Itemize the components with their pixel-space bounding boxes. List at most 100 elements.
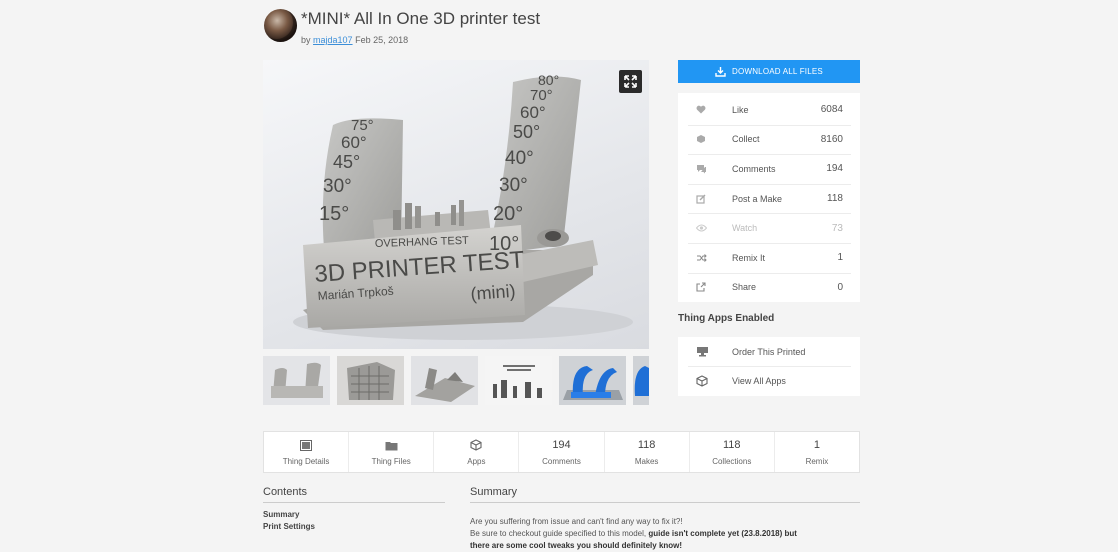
tab-label: Thing Details — [282, 457, 330, 466]
angle-label: 30° — [323, 176, 352, 197]
thing-apps-panel: Order This Printed View All Apps — [678, 337, 860, 396]
collect-icon — [688, 134, 732, 144]
like-count: 6084 — [820, 104, 843, 116]
tab-apps[interactable]: Apps — [434, 432, 520, 472]
comments-count: 194 — [826, 163, 843, 175]
summary-bold-text: there are some cool tweaks you should de… — [470, 541, 683, 550]
tab-label: Apps — [467, 457, 486, 466]
like-button[interactable]: Like 6084 — [688, 95, 851, 126]
contents-heading: Contents — [263, 486, 308, 498]
tab-collections[interactable]: 118 Collections — [690, 432, 775, 472]
thing-apps-heading: Thing Apps Enabled — [678, 313, 775, 324]
remix-it-button[interactable]: Remix It 1 — [688, 243, 851, 274]
angle-label: 45° — [333, 152, 360, 172]
thumbnail[interactable] — [559, 356, 626, 405]
collect-button[interactable]: Collect 8160 — [688, 125, 851, 156]
tab-label: Remix — [805, 457, 829, 466]
share-count: 0 — [837, 281, 843, 293]
watch-label: Watch — [732, 223, 758, 234]
tab-label: Makes — [634, 457, 659, 466]
collect-label: Collect — [732, 134, 760, 145]
angle-label: 40° — [505, 148, 534, 169]
tab-comments[interactable]: 194 Comments — [519, 432, 605, 472]
files-icon — [385, 438, 398, 452]
summary-line-2: Be sure to checkout guide specified to t… — [470, 529, 797, 538]
thumbnail[interactable] — [485, 356, 552, 405]
angle-label: 80° — [538, 72, 559, 88]
remix-it-label: Remix It — [732, 252, 766, 263]
stats-panel: Like 6084 Collect 8160 Comments 194 Post… — [678, 93, 860, 302]
post-a-make-button[interactable]: Post a Make 118 — [688, 184, 851, 215]
download-icon — [715, 66, 726, 77]
tab-count: 1 — [813, 439, 820, 451]
angle-label: 75° — [351, 117, 374, 134]
angle-label: 50° — [513, 122, 540, 142]
summary-divider — [470, 502, 860, 503]
tab-label: Thing Files — [371, 457, 411, 466]
byline-prefix: by — [301, 35, 311, 45]
download-all-files-button[interactable]: DOWNLOAD ALL FILES — [678, 60, 860, 83]
comments-label: Comments — [732, 163, 776, 174]
summary-text: Be sure to checkout guide specified to t… — [470, 529, 647, 538]
tab-label: Comments — [542, 457, 581, 466]
main-image[interactable]: 75° 60° 45° 30° 15° 80° 70° 60° 50° 40° … — [263, 60, 649, 349]
tab-remix[interactable]: 1 Remix — [775, 432, 859, 472]
eye-icon — [688, 224, 732, 232]
view-all-apps-link[interactable]: View All Apps — [688, 366, 851, 395]
contents-link-summary[interactable]: Summary — [263, 510, 299, 519]
angle-label: 60° — [341, 133, 367, 152]
share-label: Share — [732, 282, 757, 293]
tab-count: 194 — [552, 439, 571, 451]
summary-bold-text: guide isn't complete yet (23.8.2018) but — [648, 529, 797, 538]
heart-icon — [688, 105, 732, 114]
watch-count: 73 — [831, 222, 843, 234]
details-icon — [300, 438, 313, 452]
expand-icon[interactable] — [619, 70, 642, 93]
make-icon — [688, 194, 732, 204]
like-label: Like — [732, 104, 749, 115]
byline: by majda107 Feb 25, 2018 — [301, 35, 408, 45]
tab-thing-details[interactable]: Thing Details — [264, 432, 350, 472]
thing-title: *MINI* All In One 3D printer test — [301, 9, 541, 28]
contents-link-print-settings[interactable]: Print Settings — [263, 522, 315, 531]
share-button[interactable]: Share 0 — [688, 273, 851, 303]
apps-cube-icon — [470, 438, 482, 452]
printer-test-render: 75° 60° 45° 30° 15° 80° 70° 60° 50° 40° … — [293, 72, 633, 340]
comment-icon — [688, 164, 732, 174]
tab-label: Collections — [712, 457, 752, 466]
download-label: DOWNLOAD ALL FILES — [732, 67, 823, 76]
contents-divider — [263, 502, 445, 503]
remix-icon — [688, 253, 732, 263]
summary-line-1: Are you suffering from issue and can't f… — [470, 517, 683, 526]
view-all-apps-label: View All Apps — [732, 375, 786, 386]
thumbnail[interactable] — [411, 356, 478, 405]
thumbnail[interactable] — [633, 356, 649, 405]
summary-line-3: there are some cool tweaks you should de… — [470, 541, 682, 550]
order-this-printed-link[interactable]: Order This Printed — [688, 337, 851, 367]
angle-label: 70° — [530, 87, 553, 104]
collect-count: 8160 — [820, 133, 843, 145]
thumbnail[interactable] — [263, 356, 330, 405]
tab-count: 118 — [637, 439, 656, 451]
tab-count: 118 — [723, 439, 741, 451]
angle-label: 15° — [319, 203, 349, 225]
watch-button[interactable]: Watch 73 — [688, 213, 851, 244]
author-avatar[interactable] — [264, 9, 297, 42]
tab-makes[interactable]: 118 Makes — [605, 432, 690, 472]
angle-label: 30° — [499, 175, 528, 196]
print-mini-label: (mini) — [470, 281, 516, 304]
summary-heading: Summary — [470, 486, 518, 498]
post-a-make-label: Post a Make — [732, 193, 783, 204]
share-icon — [688, 282, 732, 292]
angle-label: 20° — [493, 203, 523, 225]
thing-tabs: Thing Details Thing Files Apps 194 Comme… — [263, 431, 860, 473]
author-link[interactable]: majda107 — [313, 35, 353, 45]
angle-label: 60° — [520, 103, 546, 122]
tab-thing-files[interactable]: Thing Files — [349, 432, 435, 472]
comments-button[interactable]: Comments 194 — [688, 154, 851, 185]
makes-count: 118 — [827, 193, 843, 205]
publish-date: Feb 25, 2018 — [355, 35, 409, 45]
cube-icon — [688, 374, 732, 387]
thumbnail[interactable] — [337, 356, 404, 405]
printer-icon — [688, 346, 732, 357]
